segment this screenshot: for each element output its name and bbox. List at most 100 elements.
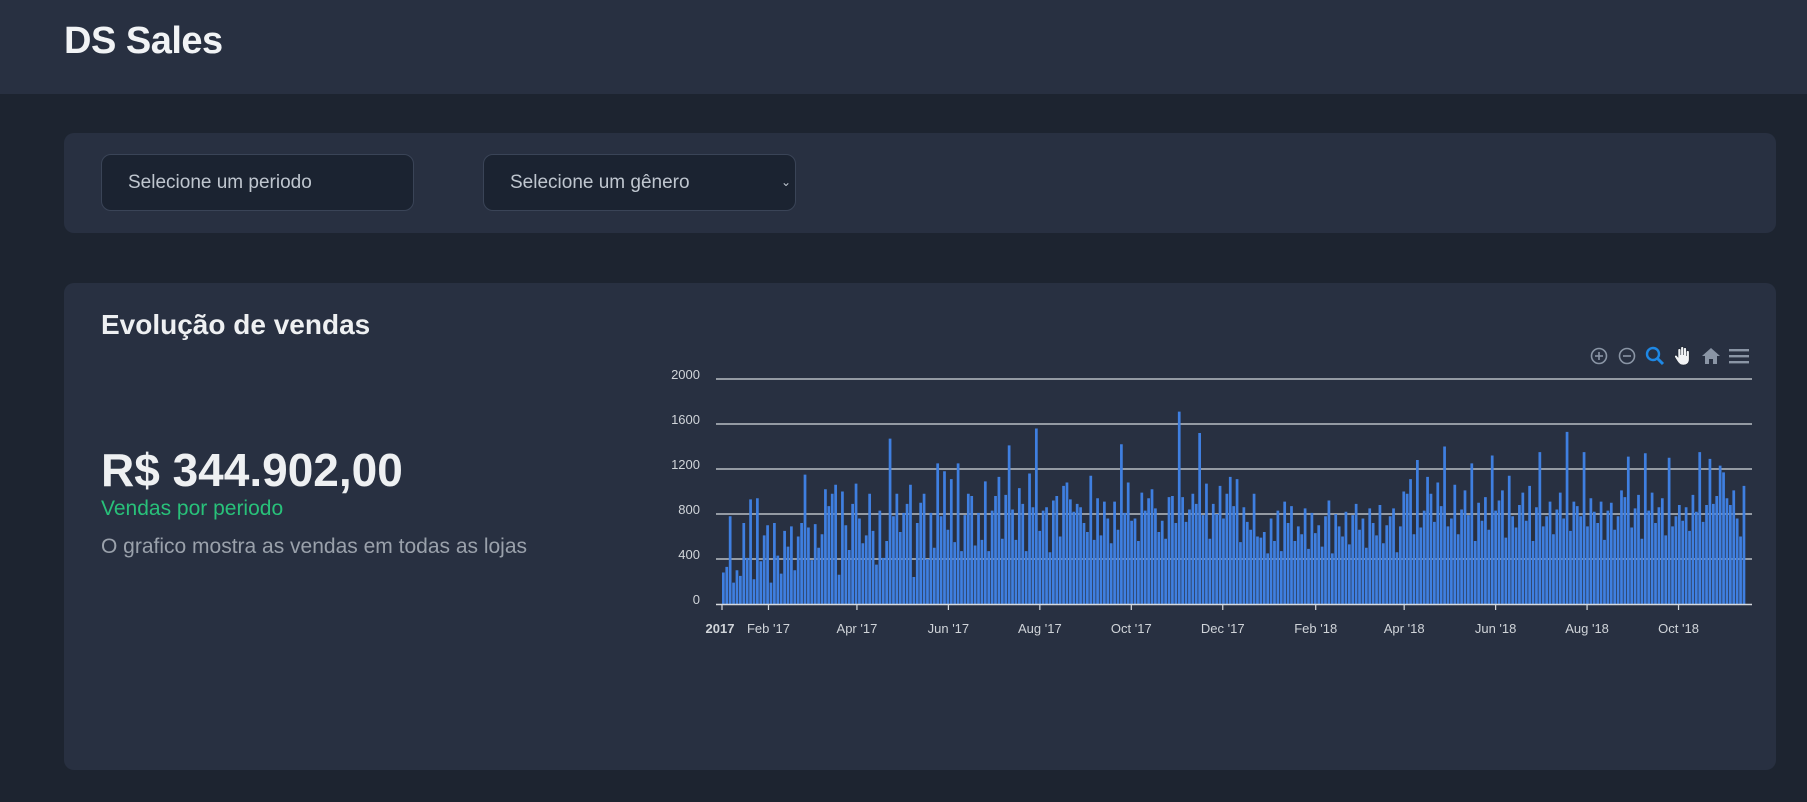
chart-bar (1133, 518, 1137, 604)
chart-bar (1266, 553, 1270, 605)
chart-bar (1062, 485, 1065, 605)
chart-bar (915, 523, 919, 604)
chart-bar (1017, 488, 1021, 605)
chart-bar (977, 512, 980, 605)
chart-bar (1120, 444, 1123, 604)
chart-bar (1419, 527, 1423, 604)
chart-bar (1293, 541, 1297, 604)
chart-bar (875, 564, 878, 605)
chart-bar (1208, 538, 1212, 604)
chart-bar (878, 510, 882, 605)
chart-bar (1405, 493, 1409, 604)
chart-bar (1317, 525, 1321, 604)
y-tick-label: 1600 (671, 412, 700, 427)
chart-bar (739, 575, 742, 605)
chart-bar (1705, 505, 1708, 604)
chart-bar (987, 551, 991, 605)
chart-bar (1538, 452, 1542, 605)
chart-bar (1528, 485, 1531, 605)
y-tick-label: 400 (678, 547, 700, 562)
chart-bar (1477, 502, 1480, 604)
chart-bar (1177, 411, 1181, 605)
chart-bar (1589, 498, 1593, 604)
chart-bar (1507, 475, 1511, 604)
chart-bar (1211, 503, 1215, 605)
genre-select[interactable]: Selecione um gênero ⌄ (483, 154, 796, 211)
chart-bar (1324, 516, 1327, 604)
x-tick-label: Aug '17 (1018, 621, 1062, 636)
chart-bar (912, 577, 916, 604)
chart-bar (1269, 518, 1273, 604)
chart-bar (769, 582, 773, 605)
chart-bar (1660, 498, 1664, 604)
chart-bar (1524, 520, 1528, 604)
chart-bar (1113, 501, 1116, 605)
y-tick-label: 2000 (671, 367, 700, 382)
chart-bar (1664, 535, 1668, 605)
chart-bar (1137, 541, 1140, 604)
chart-bar (800, 523, 803, 604)
chart-bar (728, 516, 732, 604)
chart-bar (858, 518, 861, 604)
chart-bar (1194, 503, 1198, 605)
chart-bar (1259, 537, 1263, 605)
chart-bar (1038, 530, 1042, 605)
chart-bar (1344, 511, 1348, 604)
chart-bar (1014, 539, 1018, 605)
chart-bar (1579, 516, 1583, 604)
chart-bar (994, 496, 997, 604)
chart-bar (1164, 538, 1167, 604)
chart-bar (1262, 532, 1266, 604)
chart-bar (1742, 485, 1746, 605)
chart-bar (1368, 508, 1372, 605)
x-tick-label: Oct '17 (1111, 621, 1152, 636)
chart-bar (830, 493, 834, 604)
chart-bar (810, 560, 814, 605)
chart-bar (1055, 496, 1059, 604)
chart-bar (1531, 541, 1535, 604)
x-tick-label: Aug '18 (1565, 621, 1609, 636)
chart-bar (1558, 492, 1562, 605)
chart-bar (1620, 490, 1623, 605)
chart-bar (1337, 526, 1341, 605)
chart-bar (745, 557, 749, 605)
chart-bar (1698, 452, 1702, 605)
chart-bar (1028, 473, 1031, 604)
period-date-picker[interactable]: Selecione um periodo (101, 154, 414, 211)
chart-bar (990, 510, 994, 605)
chart-bar (1079, 507, 1082, 604)
chart-bar (1364, 547, 1368, 604)
chart-bar (824, 489, 827, 604)
chart-bar (980, 539, 984, 605)
chart-bar (1514, 527, 1518, 604)
app-title: DS Sales (64, 20, 223, 62)
chart-bar (1341, 536, 1344, 604)
chart-bar (1518, 505, 1521, 604)
chart-bar (1011, 509, 1014, 604)
y-tick-label: 1200 (671, 457, 700, 472)
chart-bar (895, 493, 899, 604)
chart-bar (1157, 532, 1161, 604)
chart-bar (1361, 518, 1365, 604)
chart-bar (773, 523, 776, 604)
chart-bar (1402, 491, 1406, 604)
period-placeholder: Selecione um periodo (128, 171, 312, 193)
chart-bar (1225, 493, 1229, 604)
chart-bar (725, 566, 729, 605)
x-tick-label: 2017 (706, 621, 735, 636)
chart-bar (1296, 526, 1300, 605)
chart-bar (1069, 499, 1072, 605)
chart-bar (1239, 542, 1242, 605)
chart-bar (1422, 510, 1426, 605)
chart-bar (1072, 511, 1076, 604)
chart-bar (813, 524, 817, 605)
chart-bar (1075, 503, 1079, 605)
chart-bar (1623, 497, 1627, 605)
chart-bar (1307, 548, 1310, 605)
chart-bar (864, 535, 868, 605)
chart-bar (1310, 512, 1314, 605)
chart-bar (1273, 541, 1276, 604)
chart-bar (898, 532, 902, 604)
chart-bar (1096, 498, 1099, 604)
chart-bar (1467, 515, 1470, 605)
